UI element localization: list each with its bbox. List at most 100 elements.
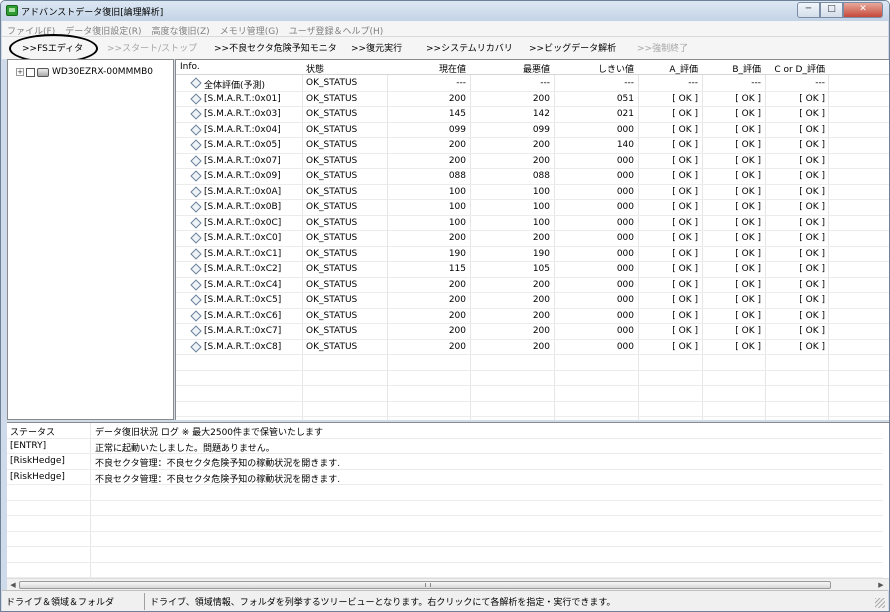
cell-status: OK_STATUS <box>306 279 358 290</box>
header-b-rating[interactable]: B_評価 <box>702 62 761 75</box>
close-button[interactable]: ✕ <box>843 2 883 18</box>
table-row[interactable]: [S.M.A.R.T.:0xC2] OK_STATUS 115 105 000 [ OK … <box>176 262 889 278</box>
title-bar[interactable]: アドバンストデータ復旧[論理解析] ─ □ ✕ <box>1 1 889 21</box>
expand-icon[interactable]: + <box>16 68 24 76</box>
cell-status: OK_STATUS <box>306 248 358 259</box>
table-row[interactable]: [S.M.A.R.T.:0xC7] OK_STATUS 200 200 000 [ OK … <box>176 324 889 340</box>
table-row[interactable]: [S.M.A.R.T.:0xC4] OK_STATUS 200 200 000 [ OK … <box>176 278 889 293</box>
resize-grip-icon[interactable] <box>875 598 885 608</box>
bigdata-analysis-button[interactable]: >>ビッグデータ解析 <box>529 41 616 54</box>
cell-b-rating: [ OK ] <box>735 233 761 243</box>
cell-a-rating: [ OK ] <box>672 124 698 135</box>
table-row[interactable]: [S.M.A.R.T.:0x04] OK_STATUS 099 099 000 [ OK … <box>176 123 889 138</box>
grid-header: Info. 状態 現在値 最悪値 しきい値 A_評価 B_評価 C or D_評… <box>176 60 889 75</box>
log-row[interactable]: [RiskHedge] 不良セクタ管理：不良セクタ危険予知の稼動状況を開きます. <box>7 470 883 485</box>
maximize-button[interactable]: □ <box>820 2 843 18</box>
table-row[interactable]: [S.M.A.R.T.:0x0C] OK_STATUS 100 100 000 [ OK … <box>176 216 889 231</box>
log-row[interactable]: [ENTRY] 正常に起動いたしました。問題ありません。 <box>7 439 883 454</box>
cell-a-rating: [ OK ] <box>672 248 698 259</box>
header-info[interactable]: Info. <box>180 62 200 72</box>
minimize-button[interactable]: ─ <box>797 2 820 18</box>
table-row[interactable]: [S.M.A.R.T.:0xC0] OK_STATUS 200 200 000 [ OK … <box>176 231 889 247</box>
empty-log-row <box>7 501 883 516</box>
menu-recovery-settings[interactable]: データ復旧設定(R) <box>60 21 146 37</box>
horizontal-scrollbar[interactable]: ◀ ▶ <box>7 578 889 590</box>
cell-status: OK_STATUS <box>306 217 358 228</box>
header-cd-rating[interactable]: C or D_評価 <box>765 62 825 75</box>
cell-current: 200 <box>448 140 466 150</box>
table-row[interactable]: [S.M.A.R.T.:0x03] OK_STATUS 145 142 021 [ OK … <box>176 107 889 123</box>
drive-checkbox[interactable] <box>26 67 35 77</box>
cell-threshold: 000 <box>616 295 634 305</box>
fs-editor-button[interactable]: >>FSエディタ <box>22 41 83 54</box>
cell-status: OK_STATUS <box>306 171 358 181</box>
window-controls: ─ □ ✕ <box>797 2 883 18</box>
empty-row <box>176 402 889 417</box>
table-row[interactable]: [S.M.A.R.T.:0x09] OK_STATUS 088 088 000 [ OK … <box>176 169 889 185</box>
table-row[interactable]: [S.M.A.R.T.:0x0A] OK_STATUS 100 100 000 [ OK … <box>176 185 889 200</box>
cell-current: --- <box>456 78 466 88</box>
cell-threshold: 000 <box>616 341 634 352</box>
cell-info: [S.M.A.R.T.:0x03] <box>204 109 281 119</box>
cell-threshold: 140 <box>616 140 634 150</box>
cell-status: OK_STATUS <box>306 124 358 135</box>
cell-info: [S.M.A.R.T.:0xC7] <box>204 326 282 336</box>
attribute-icon <box>190 77 202 89</box>
menu-file[interactable]: ファイル(F) <box>2 21 60 37</box>
bad-sector-monitor-button[interactable]: >>不良セクタ危険予知モニタ <box>214 41 337 54</box>
tree-item-drive[interactable]: + WD30EZRX-00MMMB0 <box>16 67 153 77</box>
table-row[interactable]: [S.M.A.R.T.:0x01] OK_STATUS 200 200 051 [ OK … <box>176 92 889 107</box>
header-current[interactable]: 現在値 <box>387 62 466 75</box>
restore-button[interactable]: >>復元実行 <box>351 41 402 54</box>
table-row[interactable]: [S.M.A.R.T.:0x05] OK_STATUS 200 200 140 [ OK … <box>176 138 889 154</box>
table-row[interactable]: [S.M.A.R.T.:0x0B] OK_STATUS 100 100 000 [ OK … <box>176 200 889 216</box>
cell-worst: 200 <box>532 310 550 321</box>
menu-advanced-recovery[interactable]: 高度な復旧(Z) <box>146 21 214 37</box>
menu-help[interactable]: ユーザ登録＆ヘルプ(H) <box>284 21 389 37</box>
cell-cd-rating: [ OK ] <box>799 140 825 150</box>
menu-memory[interactable]: メモリ管理(G) <box>215 21 284 37</box>
cell-b-rating: [ OK ] <box>735 295 761 305</box>
system-recovery-button[interactable]: >>システムリカバリ <box>426 41 513 54</box>
cell-cd-rating: [ OK ] <box>799 155 825 166</box>
attribute-icon <box>190 278 202 291</box>
cell-current: 100 <box>448 217 466 228</box>
scrollbar-thumb[interactable] <box>19 581 831 589</box>
force-quit-button[interactable]: >>強制終了 <box>637 41 688 54</box>
log-header-status: ステータス <box>10 428 56 438</box>
table-row[interactable]: [S.M.A.R.T.:0xC1] OK_STATUS 190 190 000 [ OK … <box>176 247 889 262</box>
cell-threshold: 000 <box>616 248 634 259</box>
table-row[interactable]: [S.M.A.R.T.:0xC8] OK_STATUS 200 200 000 [ OK … <box>176 340 889 355</box>
cell-worst: 200 <box>532 341 550 352</box>
scroll-left-icon[interactable]: ◀ <box>8 580 18 590</box>
log-row[interactable]: [RiskHedge] 不良セクタ管理：不良セクタ危険予知の稼動状況を開きます. <box>7 454 883 470</box>
table-row[interactable]: [S.M.A.R.T.:0xC6] OK_STATUS 200 200 000 [ OK … <box>176 309 889 324</box>
empty-log-row <box>7 516 883 532</box>
cell-threshold: 000 <box>616 124 634 135</box>
status-right-text: ドライブ、領域情報、フォルダを列挙するツリービューとなります。右クリックにて各解… <box>150 598 616 608</box>
header-status[interactable]: 状態 <box>306 62 324 75</box>
start-stop-button[interactable]: >>スタート/ストップ <box>107 41 197 54</box>
cell-b-rating: [ OK ] <box>735 279 761 290</box>
header-a-rating[interactable]: A_評価 <box>638 62 698 75</box>
cell-info: [S.M.A.R.T.:0xC0] <box>204 233 282 243</box>
cell-current: 190 <box>448 248 466 259</box>
cell-worst: 088 <box>532 171 550 181</box>
table-row[interactable]: [S.M.A.R.T.:0x07] OK_STATUS 200 200 000 [ OK … <box>176 154 889 169</box>
cell-b-rating: [ OK ] <box>735 171 761 181</box>
cell-status: OK_STATUS <box>306 295 358 305</box>
tree-view[interactable]: + WD30EZRX-00MMMB0 <box>7 59 174 420</box>
table-row[interactable]: 全体評価(予測) OK_STATUS --- --- --- --- --- --- <box>176 76 889 92</box>
cell-cd-rating: --- <box>815 78 825 88</box>
cell-worst: 105 <box>532 264 550 274</box>
cell-cd-rating: [ OK ] <box>799 93 825 104</box>
cell-b-rating: [ OK ] <box>735 155 761 166</box>
cell-status: OK_STATUS <box>306 140 358 150</box>
cell-current: 115 <box>448 264 466 274</box>
cell-info: [S.M.A.R.T.:0x0B] <box>204 202 282 212</box>
header-worst[interactable]: 最悪値 <box>470 62 550 75</box>
scroll-right-icon[interactable]: ▶ <box>876 580 886 590</box>
header-threshold[interactable]: しきい値 <box>554 62 634 75</box>
cell-info: [S.M.A.R.T.:0xC4] <box>204 279 282 290</box>
table-row[interactable]: [S.M.A.R.T.:0xC5] OK_STATUS 200 200 000 [ OK … <box>176 293 889 309</box>
